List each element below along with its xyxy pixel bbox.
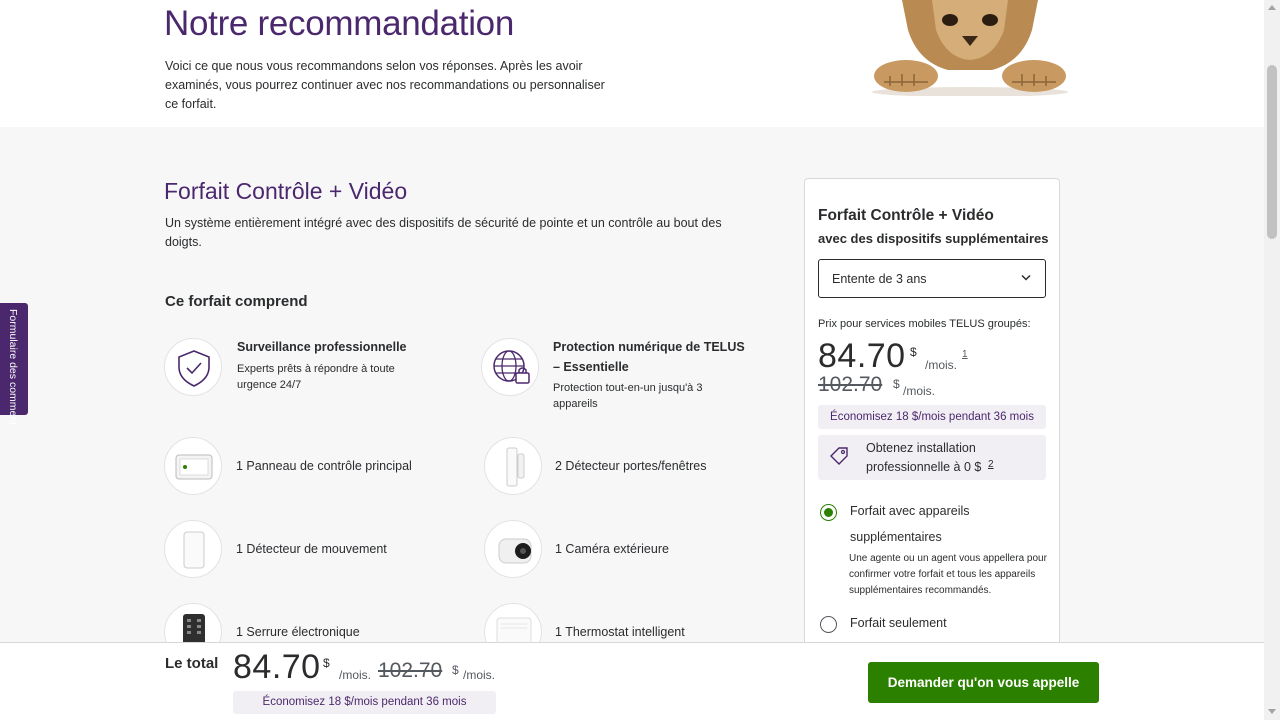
- control-panel-icon: [164, 437, 222, 495]
- sticky-total-bar: Le total 84.70 $ /mois. 102.70 $ /mois. …: [0, 642, 1264, 720]
- feedback-tab-label: Formulaire des comment: [7, 309, 19, 426]
- option-description-with-devices: Une agente ou un agent vous appellera po…: [849, 553, 1047, 596]
- device-label: 1 Détecteur de mouvement: [236, 542, 387, 556]
- footnote-2-link[interactable]: 2: [988, 455, 994, 474]
- feature-title-surveillance: Surveillance professionnelle: [237, 340, 407, 354]
- feature-subtitle-surveillance: Experts prêts à répondre à toute urgence…: [237, 363, 395, 391]
- device-label: 1 Thermostat intelligent: [555, 625, 685, 639]
- total-label: Le total: [165, 655, 219, 672]
- total-old-per-month: /mois.: [463, 668, 496, 682]
- lion-cub-image: [872, 0, 1068, 96]
- total-old-currency: $: [452, 663, 459, 677]
- install-offer: Obtenez installation professionnelle à 0…: [818, 435, 1046, 480]
- page-scrollbar[interactable]: [1264, 0, 1280, 720]
- device-label: 1 Caméra extérieure: [555, 542, 669, 556]
- plan-summary-card: Forfait Contrôle + Vidéo avec des dispos…: [804, 178, 1060, 648]
- old-price: 102.70: [818, 373, 883, 396]
- savings-badge: Économisez 18 $/mois pendant 36 mois: [818, 405, 1046, 429]
- footnote-1-link[interactable]: 1: [962, 349, 968, 360]
- camera-icon: [484, 520, 542, 578]
- device-label: 2 Détecteur portes/fenêtres: [555, 459, 707, 473]
- option-radio-plan-only[interactable]: [820, 616, 837, 633]
- option-radio-with-devices[interactable]: [820, 504, 837, 521]
- scrollbar-thumb[interactable]: [1267, 65, 1277, 239]
- scroll-up-arrow-icon[interactable]: [1268, 5, 1276, 10]
- total-old-price: 102.70: [378, 659, 443, 682]
- option-label-with-devices[interactable]: Forfait avec appareils supplémentaires: [850, 498, 1010, 550]
- card-title: Forfait Contrôle + Vidéo: [818, 207, 994, 224]
- plan-title: Forfait Contrôle + Vidéo: [164, 178, 408, 204]
- old-price-per-month: /mois.: [903, 384, 936, 398]
- old-price-currency: $: [893, 377, 900, 391]
- total-price: 84.70: [233, 648, 321, 686]
- option-label-plan-only[interactable]: Forfait seulement: [850, 610, 947, 636]
- request-call-button[interactable]: Demander qu'on vous appelle: [868, 662, 1099, 703]
- total-per-month: /mois.: [339, 668, 372, 682]
- bundle-price-label: Prix pour services mobiles TELUS groupés…: [818, 318, 1031, 330]
- scroll-down-arrow-icon[interactable]: [1268, 709, 1276, 714]
- total-currency: $: [323, 656, 330, 670]
- total-savings-badge: Économisez 18 $/mois pendant 36 mois: [233, 691, 496, 714]
- intro-text: Voici ce que nous vous recommandons selo…: [165, 59, 605, 111]
- card-subtitle: avec des dispositifs supplémentaires: [818, 231, 1049, 246]
- page-title: Notre recommandation: [164, 4, 514, 43]
- term-select-value: Entente de 3 ans: [832, 272, 927, 286]
- monthly-price: 84.70: [818, 337, 906, 375]
- per-month-label: /mois.: [925, 358, 958, 372]
- door-sensor-icon: [484, 437, 542, 495]
- feedback-tab[interactable]: Formulaire des comment: [0, 303, 28, 425]
- motion-sensor-icon: [164, 520, 222, 578]
- term-select[interactable]: Entente de 3 ans: [818, 259, 1046, 298]
- install-offer-text: Obtenez installation professionnelle à 0…: [866, 441, 982, 474]
- shield-check-icon: [164, 338, 222, 396]
- recommendation-header: Notre recommandation Voici ce que nous v…: [0, 0, 1264, 127]
- device-label: 1 Panneau de contrôle principal: [236, 459, 412, 473]
- currency-symbol: $: [910, 345, 917, 359]
- chevron-down-icon: [1021, 274, 1031, 281]
- device-label: 1 Serrure électronique: [236, 625, 360, 639]
- feature-subtitle-digital-protection: Protection tout-en-un jusqu'à 3 appareil…: [553, 382, 703, 410]
- includes-heading: Ce forfait comprend: [165, 293, 308, 310]
- price-tag-icon: [830, 447, 848, 465]
- globe-lock-icon: [481, 338, 539, 396]
- feature-title-digital-protection: Protection numérique de TELUS – Essentie…: [553, 340, 745, 374]
- plan-description: Un système entièrement intégré avec des …: [165, 216, 722, 249]
